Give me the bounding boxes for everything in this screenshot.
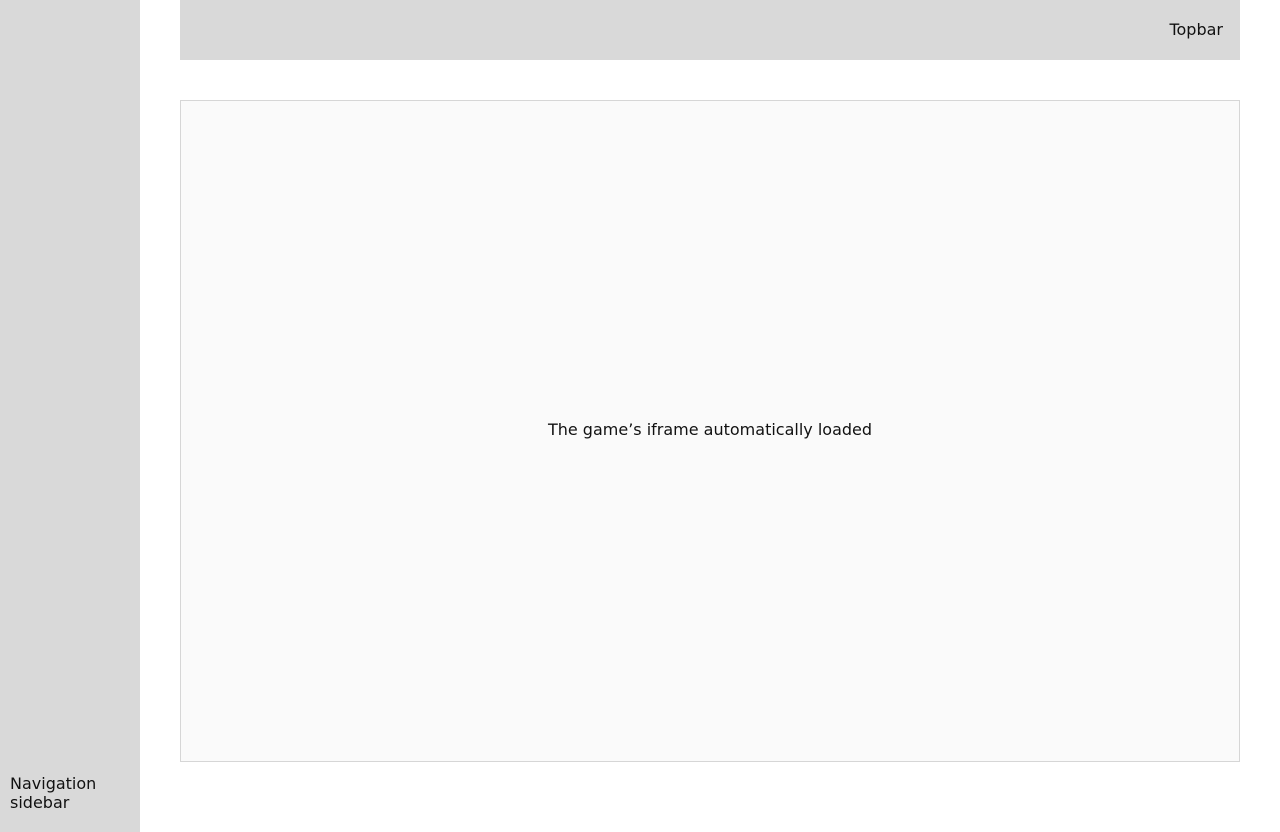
game-iframe[interactable]: The game’s iframe automatically loaded xyxy=(180,100,1240,762)
game-iframe-label: The game’s iframe automatically loaded xyxy=(547,420,873,439)
topbar-label: Topbar xyxy=(1169,20,1223,39)
navigation-sidebar[interactable]: Navigation sidebar xyxy=(0,0,140,832)
topbar[interactable]: Topbar xyxy=(180,0,1240,60)
app-root: Navigation sidebar Topbar The game’s ifr… xyxy=(0,0,1280,832)
sidebar-label: Navigation sidebar xyxy=(10,774,97,812)
